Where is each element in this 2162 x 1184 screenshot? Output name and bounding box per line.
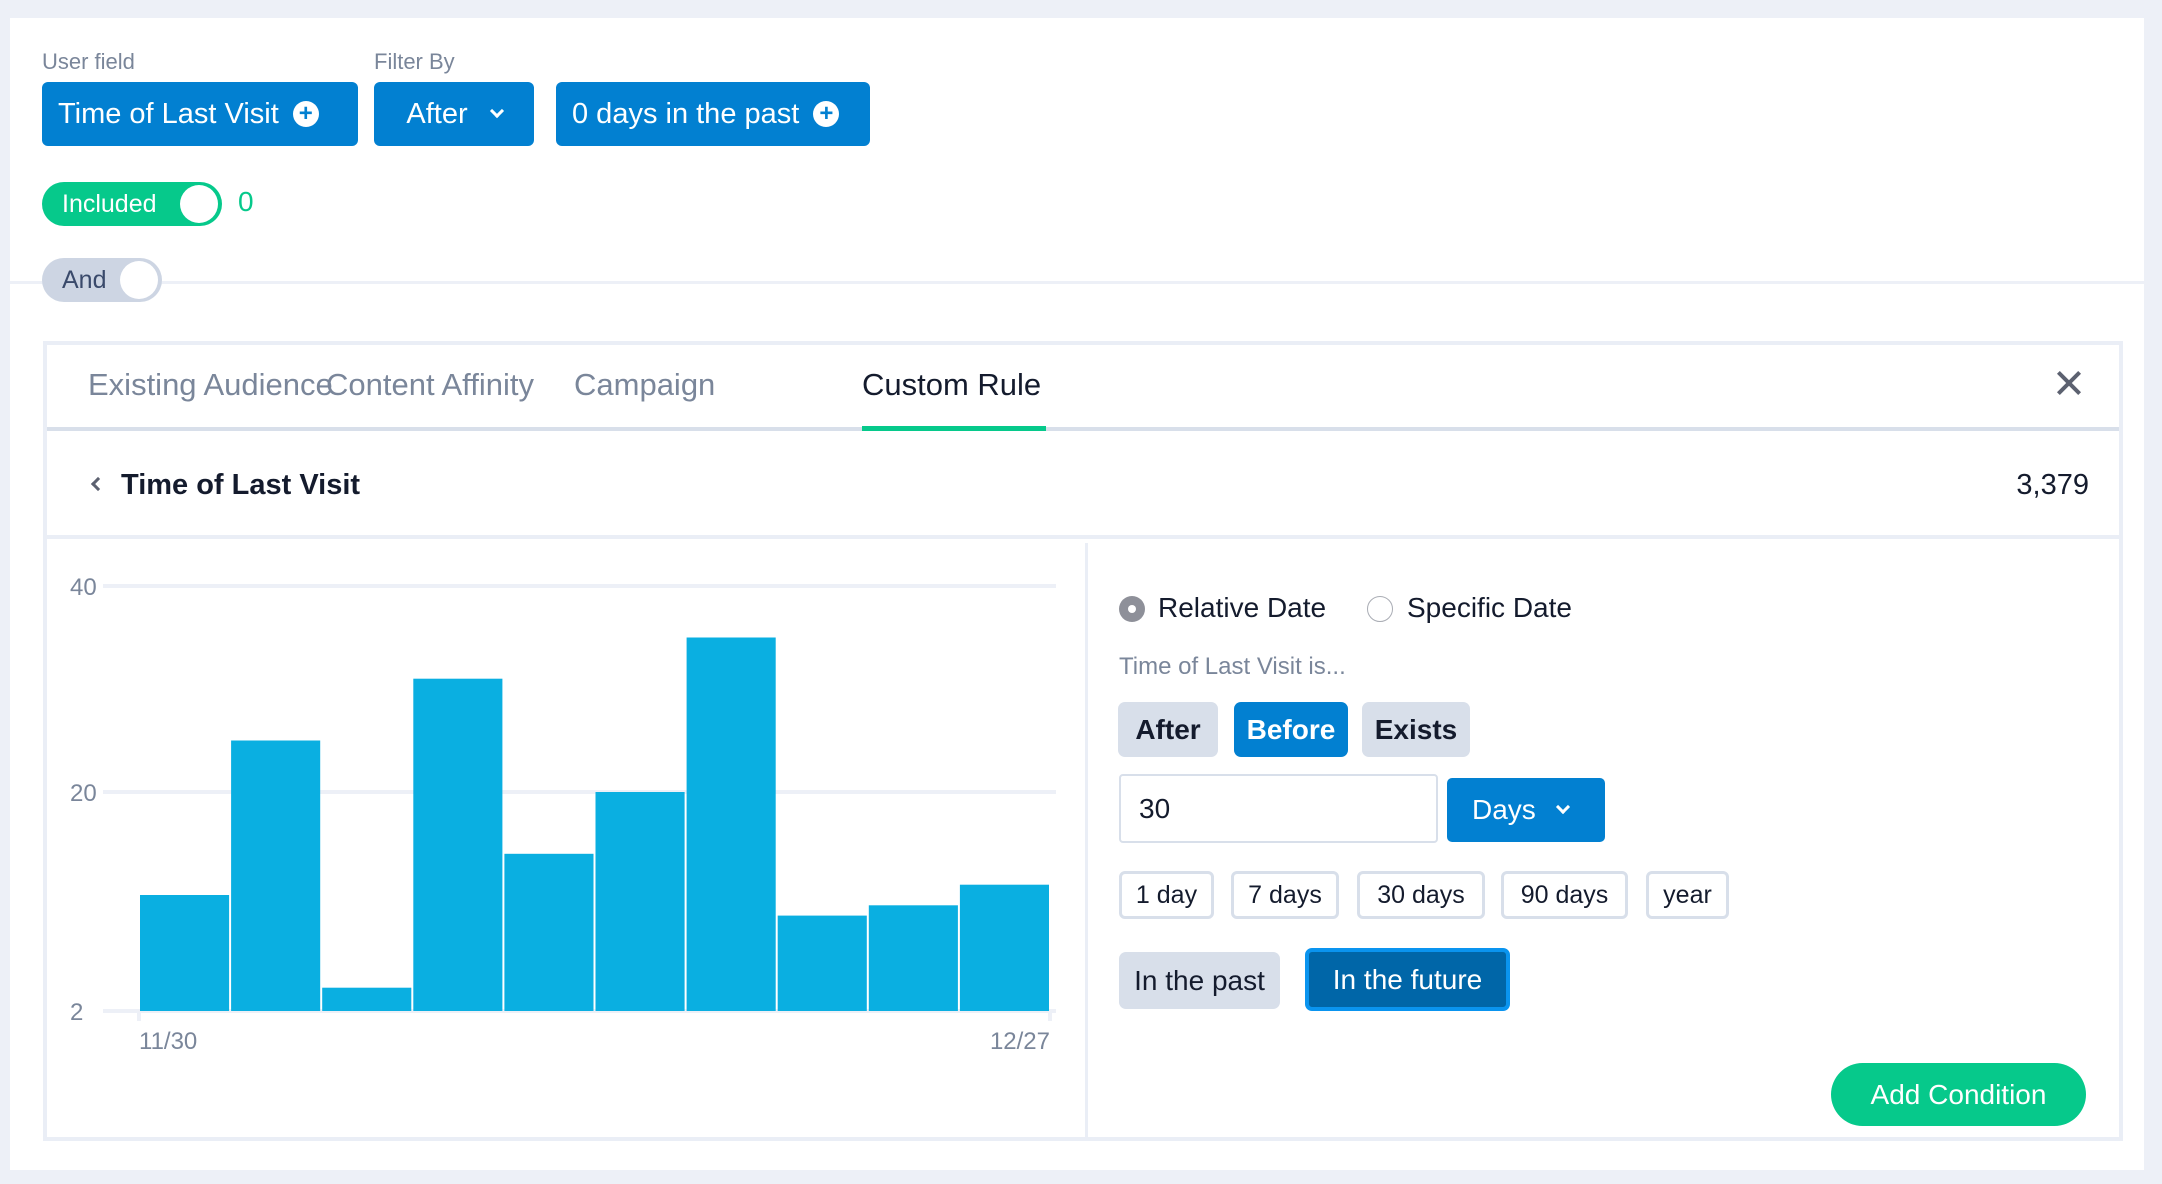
and-toggle-label: And — [62, 265, 107, 294]
field-header: Time of Last Visit 3,379 — [47, 435, 2119, 539]
preset-7-days[interactable]: 7 days — [1231, 871, 1339, 919]
user-field-value: Time of Last Visit — [58, 97, 279, 130]
tab-existing-audience[interactable]: Existing Audience — [88, 367, 333, 403]
rule-builder-card: Existing Audience Content Affinity Campa… — [43, 341, 2123, 1141]
toggle-knob — [180, 185, 218, 223]
radio-relative-date[interactable] — [1119, 596, 1145, 622]
specific-date-label[interactable]: Specific Date — [1407, 592, 1572, 624]
preset-1-day[interactable]: 1 day — [1119, 871, 1214, 919]
histogram-bar — [140, 895, 230, 1011]
user-count: 3,379 — [2016, 469, 2089, 501]
operator-exists-button[interactable]: Exists — [1362, 702, 1470, 757]
and-toggle[interactable]: And — [42, 258, 162, 302]
included-toggle[interactable]: Included — [42, 182, 222, 226]
plus-circle-icon: + — [292, 101, 319, 127]
histogram-bar — [413, 678, 503, 1011]
in-the-past-button[interactable]: In the past — [1119, 952, 1280, 1009]
chevron-left-icon[interactable] — [90, 476, 106, 492]
radio-specific-date[interactable] — [1367, 596, 1393, 622]
operator-after-button[interactable]: After — [1118, 702, 1218, 757]
histogram-bar — [777, 915, 867, 1011]
included-toggle-label: Included — [62, 189, 157, 218]
y-tick-label: 2 — [70, 999, 83, 1026]
histogram-bar — [595, 792, 685, 1011]
histogram-bar — [322, 987, 412, 1011]
tab-campaign[interactable]: Campaign — [574, 367, 715, 403]
rule-settings-panel: Relative Date Specific Date Time of Last… — [1088, 543, 2119, 1137]
x-axis-tick — [137, 1011, 141, 1021]
tab-content-affinity[interactable]: Content Affinity — [326, 367, 534, 403]
close-icon[interactable] — [2055, 369, 2083, 397]
active-tab-indicator — [862, 426, 1046, 431]
toggle-knob — [120, 261, 158, 299]
filter-by-label: Filter By — [374, 49, 455, 74]
operator-before-button[interactable]: Before — [1234, 702, 1348, 757]
preset-year[interactable]: year — [1646, 871, 1729, 919]
x-tick-label: 12/27 — [990, 1028, 1050, 1055]
in-the-future-button[interactable]: In the future — [1305, 948, 1510, 1011]
histogram-svg: 2 20 40 11/30 12/27 — [70, 574, 1056, 1055]
user-field-button[interactable]: Time of Last Visit + — [42, 82, 358, 146]
plus-circle-icon: + — [813, 101, 840, 127]
chevron-down-icon — [1555, 799, 1570, 815]
amount-input[interactable] — [1119, 774, 1438, 843]
condition-value: 0 days in the past — [572, 97, 800, 130]
filter-by-dropdown[interactable]: After — [374, 82, 534, 146]
field-title: Time of Last Visit — [121, 469, 361, 501]
user-field-label: User field — [42, 49, 135, 74]
relative-date-label[interactable]: Relative Date — [1158, 592, 1326, 624]
histogram-bar — [231, 740, 321, 1011]
preset-90-days[interactable]: 90 days — [1501, 871, 1628, 919]
x-tick-label: 11/30 — [139, 1028, 197, 1055]
histogram-bar — [868, 905, 958, 1011]
gridline — [103, 584, 1056, 588]
add-condition-button[interactable]: Add Condition — [1831, 1063, 2086, 1126]
chevron-down-icon — [489, 103, 504, 119]
condition-value-button[interactable]: 0 days in the past + — [556, 82, 870, 146]
filter-panel: User field Filter By Time of Last Visit … — [10, 18, 2144, 1170]
tab-bar: Existing Audience Content Affinity Campa… — [47, 345, 2119, 431]
histogram-bar — [959, 884, 1049, 1011]
tab-custom-rule[interactable]: Custom Rule — [862, 367, 1041, 403]
unit-dropdown[interactable]: Days — [1447, 778, 1605, 842]
unit-value: Days — [1472, 794, 1536, 825]
preset-30-days[interactable]: 30 days — [1357, 871, 1485, 919]
histogram-bar — [686, 637, 776, 1011]
x-axis-tick — [1048, 1011, 1052, 1021]
included-count: 0 — [238, 186, 254, 217]
y-tick-label: 20 — [70, 780, 97, 807]
divider — [10, 281, 2144, 284]
histogram-chart: 2 20 40 11/30 12/27 — [47, 543, 1085, 1141]
y-tick-label: 40 — [70, 574, 97, 601]
histogram-bar — [504, 853, 594, 1011]
rule-prompt: Time of Last Visit is... — [1119, 653, 1346, 680]
filter-by-value: After — [406, 97, 468, 130]
